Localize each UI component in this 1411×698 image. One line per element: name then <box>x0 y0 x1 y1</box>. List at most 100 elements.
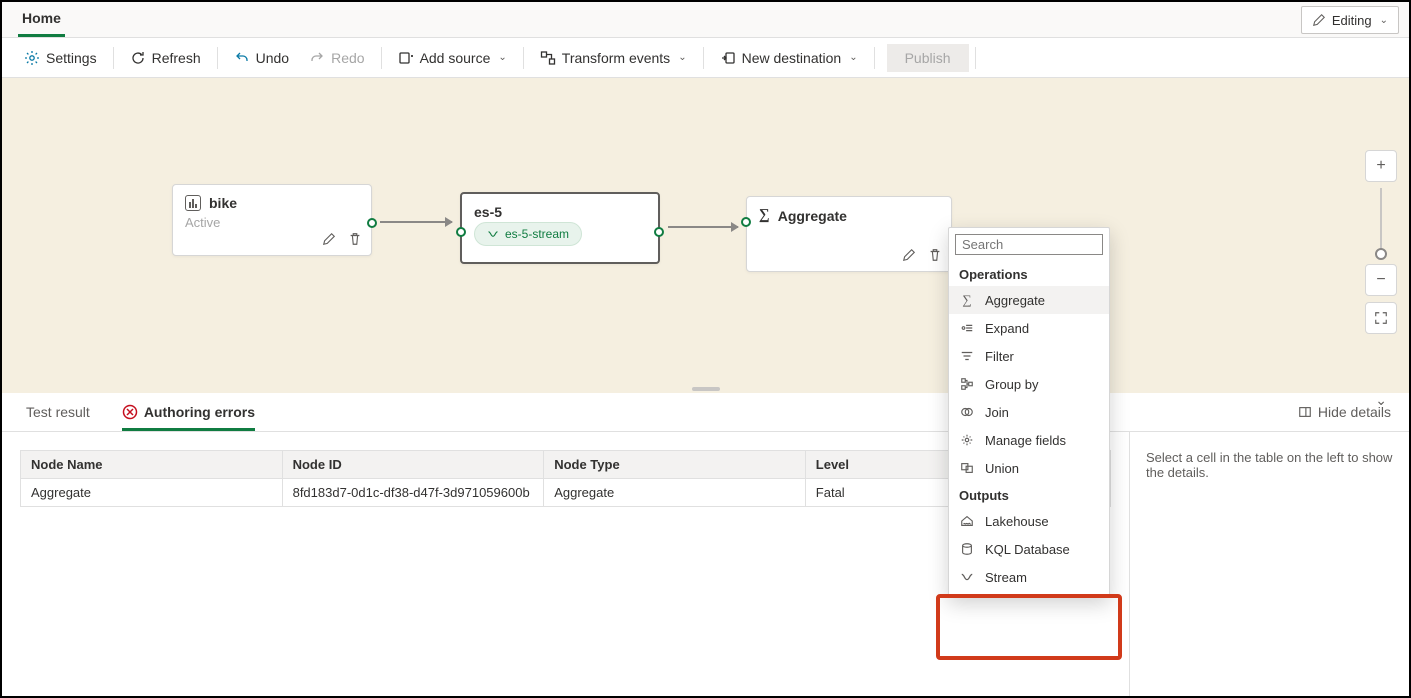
input-port[interactable] <box>456 227 466 237</box>
cell-type[interactable]: Aggregate <box>544 479 806 507</box>
pill-label: es-5-stream <box>505 227 569 241</box>
errors-label: Authoring errors <box>144 404 255 420</box>
delete-icon[interactable] <box>345 229 365 249</box>
edit-icon[interactable] <box>319 229 339 249</box>
cell-id[interactable]: 8fd183d7-0d1c-df38-d47f-3d971059600b <box>282 479 544 507</box>
node-es5[interactable]: es-5 es-5-stream <box>460 192 660 264</box>
out-lakehouse[interactable]: Lakehouse <box>949 507 1109 535</box>
redo-button: Redo <box>299 44 374 72</box>
op-union[interactable]: Union <box>949 454 1109 482</box>
manage-icon <box>959 432 975 448</box>
zoom-in-button[interactable]: + <box>1365 150 1397 182</box>
refresh-button[interactable]: Refresh <box>120 44 211 72</box>
op-manage-fields[interactable]: Manage fields <box>949 426 1109 454</box>
chevron-down-icon: ⌄ <box>678 52 686 63</box>
node-title: Aggregate <box>778 208 847 224</box>
edit-icon[interactable] <box>899 245 919 265</box>
tab-bar: Home <box>2 2 1409 38</box>
output-port[interactable] <box>367 218 377 228</box>
node-bike[interactable]: bike Active <box>172 184 372 256</box>
out-kql[interactable]: KQL Database <box>949 535 1109 563</box>
stream-pill: es-5-stream <box>474 222 582 246</box>
table-row[interactable]: Aggregate 8fd183d7-0d1c-df38-d47f-3d9710… <box>21 479 1111 507</box>
input-port[interactable] <box>741 217 751 227</box>
undo-button[interactable]: Undo <box>224 44 299 72</box>
search-input[interactable] <box>955 234 1103 255</box>
group-icon <box>959 376 975 392</box>
op-aggregate[interactable]: ∑Aggregate <box>949 286 1109 314</box>
resize-handle[interactable] <box>692 387 720 391</box>
separator <box>217 47 218 69</box>
detail-message: Select a cell in the table on the left t… <box>1146 450 1392 480</box>
zoom-out-button[interactable]: − <box>1365 264 1397 296</box>
chevron-down-icon: ⌄ <box>1375 392 1387 409</box>
separator <box>703 47 704 69</box>
col-node-name[interactable]: Node Name <box>21 451 283 479</box>
destination-icon <box>720 50 736 66</box>
chevron-down-icon: ⌄ <box>849 52 857 63</box>
redo-label: Redo <box>331 50 364 66</box>
settings-label: Settings <box>46 50 97 66</box>
toolbar: Settings Refresh Undo Redo Add source ⌄ … <box>2 38 1409 78</box>
lakehouse-icon <box>959 513 975 529</box>
hide-details-button[interactable]: Hide details ⌄ <box>1298 404 1391 420</box>
col-node-id[interactable]: Node ID <box>282 451 544 479</box>
zoom-thumb[interactable] <box>1375 248 1387 260</box>
details-panel: Test result Authoring errors Hide detail… <box>2 394 1409 696</box>
refresh-icon <box>130 50 146 66</box>
mode-dropdown[interactable]: Editing ⌄ <box>1301 6 1399 34</box>
redo-icon <box>309 50 325 66</box>
transform-label: Transform events <box>562 50 670 66</box>
op-filter[interactable]: Filter <box>949 342 1109 370</box>
edge <box>668 226 738 228</box>
op-join[interactable]: Join <box>949 398 1109 426</box>
canvas[interactable]: bike Active es-5 es-5-stream ∑ Aggregate <box>2 78 1409 393</box>
out-stream[interactable]: Stream <box>949 563 1109 591</box>
settings-button[interactable]: Settings <box>14 44 107 72</box>
sigma-icon: ∑ <box>759 207 770 224</box>
separator <box>523 47 524 69</box>
node-title: es-5 <box>474 204 502 220</box>
transform-icon <box>540 50 556 66</box>
node-aggregate[interactable]: ∑ Aggregate <box>746 196 952 272</box>
op-groupby[interactable]: Group by <box>949 370 1109 398</box>
new-destination-label: New destination <box>742 50 842 66</box>
collapse-icon <box>1298 405 1312 419</box>
chevron-down-icon: ⌄ <box>1380 15 1388 26</box>
output-port[interactable] <box>654 227 664 237</box>
separator <box>381 47 382 69</box>
filter-icon <box>959 348 975 364</box>
separator <box>874 47 875 69</box>
transform-button[interactable]: Transform events ⌄ <box>530 44 697 72</box>
fit-screen-button[interactable] <box>1365 302 1397 334</box>
add-source-label: Add source <box>420 50 491 66</box>
col-node-type[interactable]: Node Type <box>544 451 806 479</box>
refresh-label: Refresh <box>152 50 201 66</box>
mode-label: Editing <box>1332 13 1372 28</box>
zoom-slider[interactable] <box>1380 188 1382 258</box>
delete-icon[interactable] <box>925 245 945 265</box>
separator <box>113 47 114 69</box>
tab-authoring-errors[interactable]: Authoring errors <box>122 404 255 431</box>
tab-test-result[interactable]: Test result <box>26 404 90 431</box>
separator <box>975 47 976 69</box>
join-icon <box>959 404 975 420</box>
expand-icon <box>959 320 975 336</box>
edge <box>380 221 452 223</box>
section-outputs: Outputs <box>949 482 1109 507</box>
gear-icon <box>24 50 40 66</box>
op-expand[interactable]: Expand <box>949 314 1109 342</box>
cell-name[interactable]: Aggregate <box>21 479 283 507</box>
node-title: bike <box>209 195 237 211</box>
stream-icon <box>959 569 975 585</box>
sigma-icon: ∑ <box>959 292 975 308</box>
tab-home[interactable]: Home <box>18 2 65 37</box>
error-icon <box>122 404 138 420</box>
detail-pane: Select a cell in the table on the left t… <box>1129 432 1409 696</box>
undo-icon <box>234 50 250 66</box>
union-icon <box>959 460 975 476</box>
pencil-icon <box>1312 13 1326 27</box>
publish-label: Publish <box>905 50 951 66</box>
new-destination-button[interactable]: New destination ⌄ <box>710 44 868 72</box>
add-source-button[interactable]: Add source ⌄ <box>388 44 517 72</box>
